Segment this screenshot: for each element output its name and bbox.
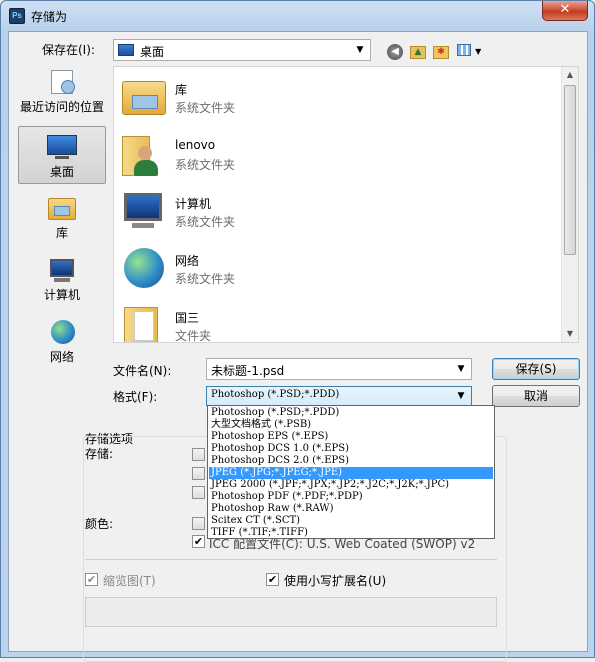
file-type: 系统文件夹 — [175, 272, 236, 286]
save-in-value: 桌面 — [140, 45, 165, 59]
place-label: 网络 — [49, 350, 74, 364]
format-option[interactable]: Photoshop EPS (*.EPS) — [209, 431, 493, 443]
place-label: 桌面 — [49, 165, 74, 179]
file-name: 网络 — [175, 254, 200, 268]
cancel-button[interactable]: 取消 — [492, 385, 580, 407]
place-computer[interactable]: 计算机 — [18, 256, 106, 308]
file-name: 计算机 — [175, 197, 212, 211]
place-libraries[interactable]: 库 — [18, 194, 106, 246]
file-name: 国三 — [175, 311, 200, 325]
up-folder-icon: ▲ — [410, 46, 426, 59]
save-as-dialog: Ps 存储为 ✕ 保存在(I): 桌面 ▼ ◀ ▲ ✱ ▼ 最近访问的位置 桌面… — [0, 0, 595, 662]
back-icon: ◀ — [387, 44, 403, 60]
save-option-checkbox-3[interactable] — [192, 486, 205, 499]
libraries-icon — [120, 73, 166, 123]
format-option[interactable]: Photoshop DCS 1.0 (*.EPS) — [209, 443, 493, 455]
place-network[interactable]: 网络 — [18, 318, 106, 370]
place-desktop[interactable]: 桌面 — [18, 126, 106, 184]
place-label: 最近访问的位置 — [19, 100, 104, 114]
format-option[interactable]: Photoshop (*.PSD;*.PDD) — [209, 407, 493, 419]
place-label: 库 — [55, 226, 68, 240]
thumbnail-checkbox[interactable]: ✔ — [85, 573, 98, 586]
icc-profile-checkbox[interactable]: ✔ — [192, 535, 205, 548]
folder-icon — [120, 301, 166, 342]
list-item[interactable]: 计算机 系统文件夹 — [120, 187, 420, 243]
desktop-icon — [45, 133, 79, 163]
save-in-combo[interactable]: 桌面 ▼ — [113, 39, 371, 61]
scroll-thumb[interactable] — [564, 85, 576, 255]
libraries-icon — [45, 194, 79, 224]
info-panel — [85, 597, 497, 627]
format-option[interactable]: JPEG 2000 (*.JPF;*.JPX;*.JP2;*.J2C;*.J2K… — [209, 479, 493, 491]
format-value: Photoshop (*.PSD;*.PDD) — [211, 389, 340, 400]
computer-icon — [120, 187, 166, 237]
filename-value: 未标题-1.psd — [211, 364, 285, 378]
file-list[interactable]: 库 系统文件夹 lenovo 系统文件夹 计算机 系统文件夹 网络 系统文件夹 … — [113, 66, 579, 343]
new-folder-button[interactable]: ✱ — [431, 40, 451, 60]
save-option-checkbox-2[interactable] — [192, 467, 205, 480]
chevron-down-icon: ▼ — [457, 364, 465, 374]
new-folder-icon: ✱ — [433, 46, 449, 59]
dialog-client-area: 保存在(I): 桌面 ▼ ◀ ▲ ✱ ▼ 最近访问的位置 桌面 库 计算机 网络… — [8, 31, 588, 662]
close-button[interactable]: ✕ — [542, 1, 588, 21]
scroll-down-icon[interactable]: ▼ — [562, 326, 578, 342]
format-dropdown-list[interactable]: Photoshop (*.PSD;*.PDD) 大型文档格式 (*.PSB) Pho… — [207, 405, 495, 539]
user-folder-icon — [120, 130, 166, 180]
view-menu-icon — [456, 44, 471, 56]
format-option[interactable]: Photoshop DCS 2.0 (*.EPS) — [209, 455, 493, 467]
chevron-down-icon: ▼ — [457, 391, 465, 401]
window-title: 存储为 — [31, 10, 68, 24]
lowercase-extension-label: 使用小写扩展名(U) — [284, 574, 387, 588]
back-button[interactable]: ◀ — [385, 40, 405, 60]
file-type: 系统文件夹 — [175, 158, 236, 172]
format-option[interactable]: Photoshop PDF (*.PDF;*.PDP) — [209, 491, 493, 503]
lowercase-extension-checkbox[interactable]: ✔ — [266, 573, 279, 586]
view-menu-button[interactable]: ▼ — [455, 40, 483, 60]
vertical-scrollbar[interactable]: ▲ ▼ — [561, 67, 578, 342]
place-recent[interactable]: 最近访问的位置 — [18, 68, 106, 120]
format-select[interactable]: Photoshop (*.PSD;*.PDD) ▼ — [206, 386, 472, 406]
title-bar: Ps 存储为 ✕ — [1, 1, 594, 31]
places-bar: 最近访问的位置 桌面 库 计算机 网络 — [15, 62, 109, 407]
color-label: 颜色: — [85, 517, 114, 531]
chevron-down-icon: ▼ — [475, 47, 482, 56]
scroll-up-icon[interactable]: ▲ — [562, 67, 578, 83]
file-name: 库 — [175, 83, 188, 97]
save-button[interactable]: 保存(S) — [492, 358, 580, 380]
file-type: 文件夹 — [175, 329, 212, 343]
network-icon — [45, 318, 79, 348]
list-item[interactable]: 国三 文件夹 — [120, 301, 420, 343]
recent-places-icon — [45, 68, 79, 98]
up-folder-button[interactable]: ▲ — [408, 40, 428, 60]
format-option[interactable]: TIFF (*.TIF;*.TIFF) — [209, 527, 493, 539]
format-label: 格式(F): — [113, 390, 158, 404]
file-name: lenovo — [175, 138, 216, 152]
format-option[interactable]: Scitex CT (*.SCT) — [209, 515, 493, 527]
close-icon: ✕ — [559, 2, 571, 17]
list-item[interactable]: 网络 系统文件夹 — [120, 244, 420, 300]
format-option[interactable]: JPEG (*.JPG;*.JPEG;*.JPE) — [209, 467, 493, 479]
filename-input[interactable]: 未标题-1.psd ▼ — [206, 358, 472, 380]
format-option[interactable]: Photoshop Raw (*.RAW) — [209, 503, 493, 515]
file-type: 系统文件夹 — [175, 215, 236, 229]
photoshop-app-icon: Ps — [9, 8, 25, 24]
file-type: 系统文件夹 — [175, 101, 236, 115]
chevron-down-icon: ▼ — [356, 45, 364, 55]
filename-label: 文件名(N): — [113, 364, 172, 378]
save-option-checkbox-1[interactable] — [192, 448, 205, 461]
thumbnail-label: 缩览图(T) — [103, 574, 156, 588]
place-label: 计算机 — [43, 288, 80, 302]
list-item[interactable]: 库 系统文件夹 — [120, 73, 420, 129]
save-label: 存储: — [85, 447, 114, 461]
save-in-label: 保存在(I): — [42, 43, 95, 57]
list-item[interactable]: lenovo 系统文件夹 — [120, 130, 420, 186]
network-icon — [120, 244, 166, 294]
desktop-icon — [118, 44, 134, 56]
divider — [85, 559, 497, 560]
format-option[interactable]: 大型文档格式 (*.PSB) — [209, 419, 493, 431]
computer-icon — [45, 256, 79, 286]
color-option-checkbox[interactable] — [192, 517, 205, 530]
